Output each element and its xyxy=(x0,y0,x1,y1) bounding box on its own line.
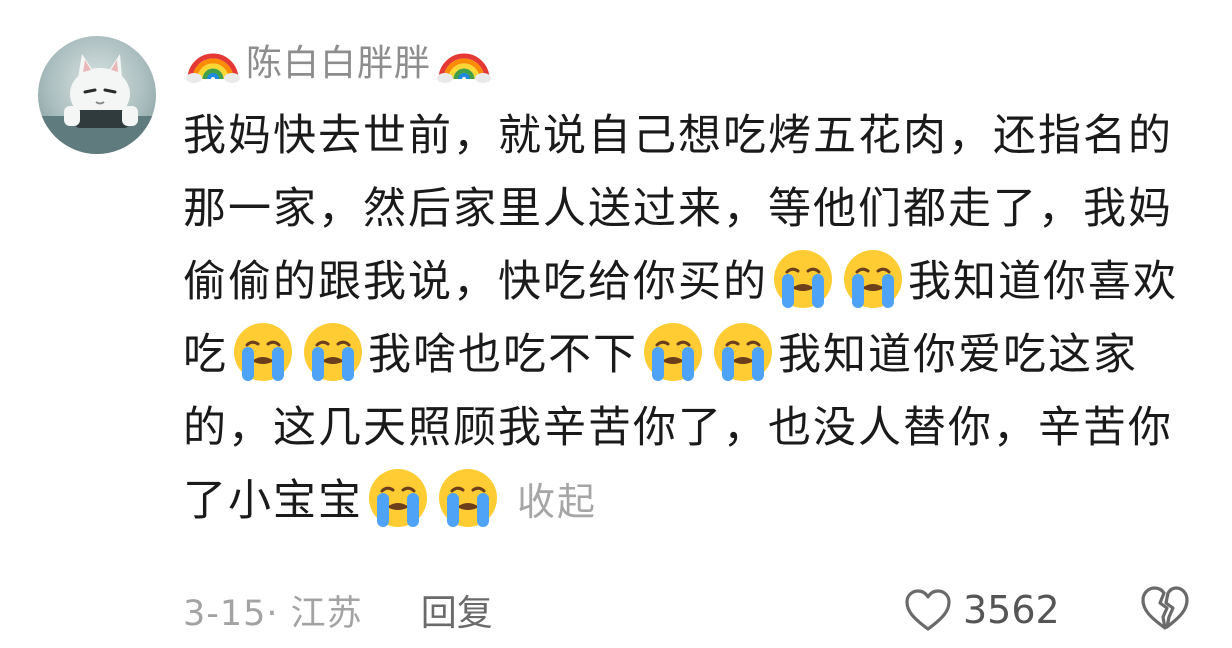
loudly-crying-face-emoji-icon xyxy=(367,467,429,529)
collapse-link[interactable]: 收起 xyxy=(517,480,597,524)
loudly-crying-face-emoji-icon xyxy=(712,321,774,383)
loudly-crying-face-emoji-icon xyxy=(302,321,364,383)
loudly-crying-face-emoji-icon xyxy=(437,467,499,529)
comment-item: 陈白白胖胖 我妈快去世前，就说自己想吃烤五花肉，还指名的那一家，然后家里人送过来… xyxy=(0,0,1232,648)
cat-avatar-image xyxy=(38,54,156,154)
date-location: 3-15· 江苏 xyxy=(183,593,363,634)
comment-text-segment: 我啥也吃不下 xyxy=(368,330,638,380)
like-count: 3562 xyxy=(963,588,1060,632)
loudly-crying-face-emoji-icon xyxy=(772,248,834,310)
rainbow-emoji-icon xyxy=(186,45,240,83)
dislike-button[interactable] xyxy=(1139,584,1191,632)
broken-heart-outline-icon xyxy=(1139,584,1191,632)
heart-outline-icon xyxy=(903,587,953,633)
loudly-crying-face-emoji-icon xyxy=(642,321,704,383)
avatar[interactable] xyxy=(38,36,156,154)
rainbow-emoji-icon xyxy=(437,45,492,83)
like-button[interactable]: 3562 xyxy=(903,582,1060,638)
comment-text: 我妈快去世前，就说自己想吃烤五花肉，还指名的那一家，然后家里人送过来，等他们都走… xyxy=(183,100,1183,539)
comment-footer: 3-15· 江苏 回复 3562 xyxy=(183,582,1193,638)
reply-button[interactable]: 回复 xyxy=(421,584,493,636)
loudly-crying-face-emoji-icon xyxy=(232,321,294,383)
username-row[interactable]: 陈白白胖胖 xyxy=(186,36,492,92)
loudly-crying-face-emoji-icon xyxy=(842,248,904,310)
username[interactable]: 陈白白胖胖 xyxy=(246,46,431,82)
